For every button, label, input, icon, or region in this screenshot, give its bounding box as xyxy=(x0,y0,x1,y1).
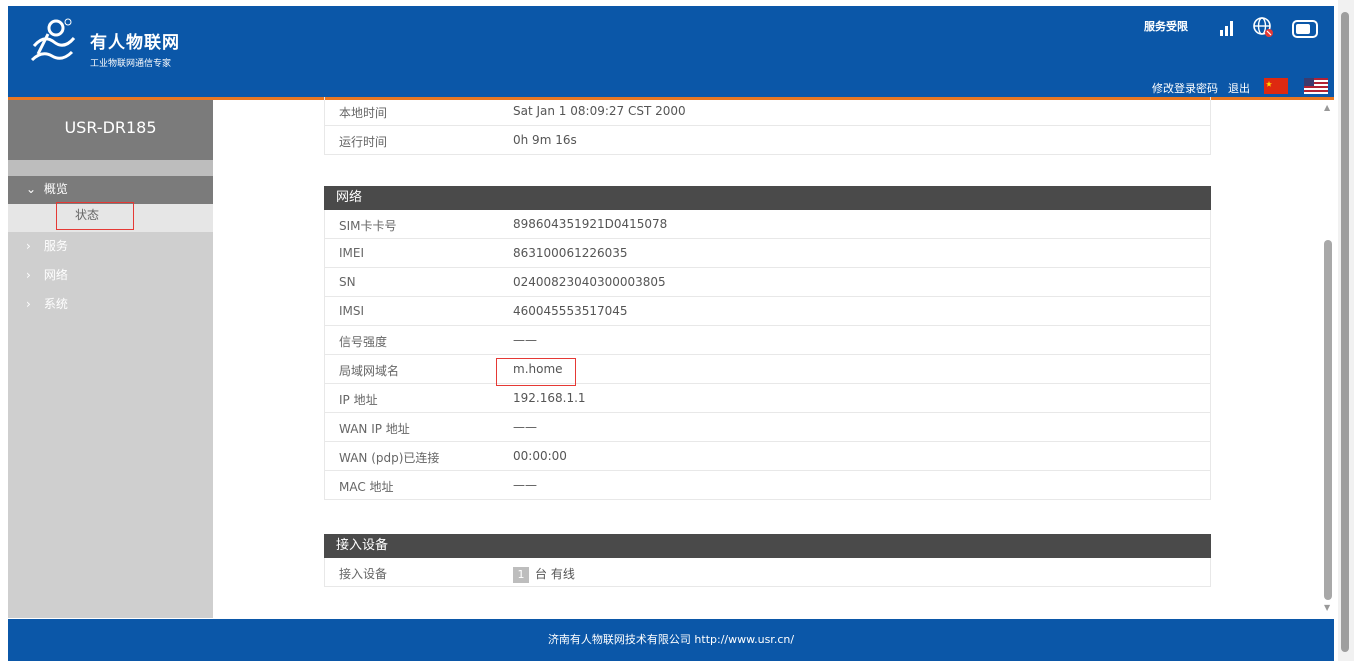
table-row: WAN IP 地址 —— xyxy=(325,413,1210,442)
footer: 济南有人物联网技术有限公司 http://www.usr.cn/ xyxy=(8,619,1334,661)
row-value: —— xyxy=(513,478,537,492)
row-key: IMEI xyxy=(339,246,365,260)
page-scrollbar-thumb[interactable] xyxy=(1341,12,1349,652)
devices-section-title: 接入设备 xyxy=(324,534,1211,558)
row-value: —— xyxy=(513,333,537,347)
sidebar-group-overview[interactable]: ⌄ 概览 xyxy=(8,176,213,204)
us-flag-icon[interactable] xyxy=(1304,78,1328,94)
device-count-badge: 1 xyxy=(513,567,529,583)
brand-slogan: 工业物联网通信专家 xyxy=(90,59,172,69)
top-header: 有人物联网 工业物联网通信专家 服务受限 修改登录密码 退出 xyxy=(8,6,1334,98)
row-value: 192.168.1.1 xyxy=(513,391,586,405)
row-key: IMSI xyxy=(339,304,365,318)
row-value: Sat Jan 1 08:09:27 CST 2000 xyxy=(513,104,686,118)
row-key: MAC 地址 xyxy=(339,480,394,494)
row-value: 460045553517045 xyxy=(513,304,628,318)
table-row: IP 地址 192.168.1.1 xyxy=(325,384,1210,413)
chevron-down-icon: ⌄ xyxy=(26,182,37,196)
change-password-link[interactable]: 修改登录密码 xyxy=(1152,80,1218,96)
sidebar-item-network[interactable]: › 网络 xyxy=(26,266,68,283)
sidebar-item-label: 服务 xyxy=(43,239,68,253)
row-value: 0h 9m 16s xyxy=(513,133,577,147)
china-flag-icon[interactable] xyxy=(1264,78,1288,94)
usr-logo-icon xyxy=(30,18,76,62)
chevron-right-icon: › xyxy=(26,268,31,282)
row-key: IP 地址 xyxy=(339,393,378,407)
table-row: 本地时间 Sat Jan 1 08:09:27 CST 2000 xyxy=(325,97,1210,126)
row-value: 898604351921D0415078 xyxy=(513,217,668,231)
brand-name: 有人物联网 xyxy=(90,33,180,53)
row-value: 02400823040300003805 xyxy=(513,275,666,289)
sidebar-item-status[interactable]: 状态 xyxy=(56,202,134,230)
table-row: 信号强度 —— xyxy=(325,326,1210,355)
device-model: USR-DR185 xyxy=(8,100,213,160)
row-key: 局域网域名 xyxy=(339,364,400,378)
sidebar-item-label: 网络 xyxy=(43,268,68,282)
device-count-suffix: 台 有线 xyxy=(535,567,575,581)
system-info-table: 本地时间 Sat Jan 1 08:09:27 CST 2000 运行时间 0h… xyxy=(324,97,1211,155)
sidebar-divider xyxy=(8,160,213,176)
row-value: —— xyxy=(513,420,537,434)
sidebar-item-services[interactable]: › 服务 xyxy=(26,237,68,254)
row-key: SN xyxy=(339,275,356,289)
table-row: 局域网域名 m.home xyxy=(325,355,1210,384)
sidebar-group-label: 概览 xyxy=(43,182,68,196)
table-row: SIM卡卡号 898604351921D0415078 xyxy=(325,210,1210,239)
row-key: 接入设备 xyxy=(339,567,388,581)
row-key: 本地时间 xyxy=(339,106,388,120)
content-scrollbar-thumb[interactable] xyxy=(1324,240,1332,600)
network-section-title: 网络 xyxy=(324,186,1211,210)
scroll-up-arrow-icon[interactable]: ▲ xyxy=(1324,103,1330,112)
table-row: 接入设备 1 台 有线 xyxy=(325,558,1210,587)
row-value: 00:00:00 xyxy=(513,449,567,463)
table-row: MAC 地址 —— xyxy=(325,471,1210,500)
row-key: WAN (pdp)已连接 xyxy=(339,451,440,465)
devices-table: 接入设备 1 台 有线 xyxy=(324,558,1211,587)
sidebar: USR-DR185 ⌄ 概览 状态 › 服务 › 网络 › 系统 xyxy=(8,100,213,618)
table-row: SN 02400823040300003805 xyxy=(325,268,1210,297)
row-value: 863100061226035 xyxy=(513,246,628,260)
network-info-table: SIM卡卡号 898604351921D0415078 IMEI 863100061… xyxy=(324,210,1211,500)
row-key: WAN IP 地址 xyxy=(339,422,410,436)
row-value: 1 台 有线 xyxy=(513,565,575,583)
annotation-highlight-box xyxy=(496,358,576,386)
row-key: 运行时间 xyxy=(339,135,388,149)
sidebar-item-label: 系统 xyxy=(43,297,68,311)
table-row: IMSI 460045553517045 xyxy=(325,297,1210,326)
table-row: 运行时间 0h 9m 16s xyxy=(325,126,1210,155)
logout-link[interactable]: 退出 xyxy=(1228,80,1250,96)
service-limit-status: 服务受限 xyxy=(1144,20,1188,33)
sim-card-icon xyxy=(1292,20,1318,38)
row-key: 信号强度 xyxy=(339,335,388,349)
table-row: WAN (pdp)已连接 00:00:00 xyxy=(325,442,1210,471)
table-row: IMEI 863100061226035 xyxy=(325,239,1210,268)
signal-icon xyxy=(1220,21,1233,36)
row-key: SIM卡卡号 xyxy=(339,219,397,233)
sidebar-item-system[interactable]: › 系统 xyxy=(26,295,68,312)
scroll-down-arrow-icon[interactable]: ▼ xyxy=(1324,603,1330,612)
chevron-right-icon: › xyxy=(26,239,31,253)
globe-icon xyxy=(1253,17,1273,37)
chevron-right-icon: › xyxy=(26,297,31,311)
